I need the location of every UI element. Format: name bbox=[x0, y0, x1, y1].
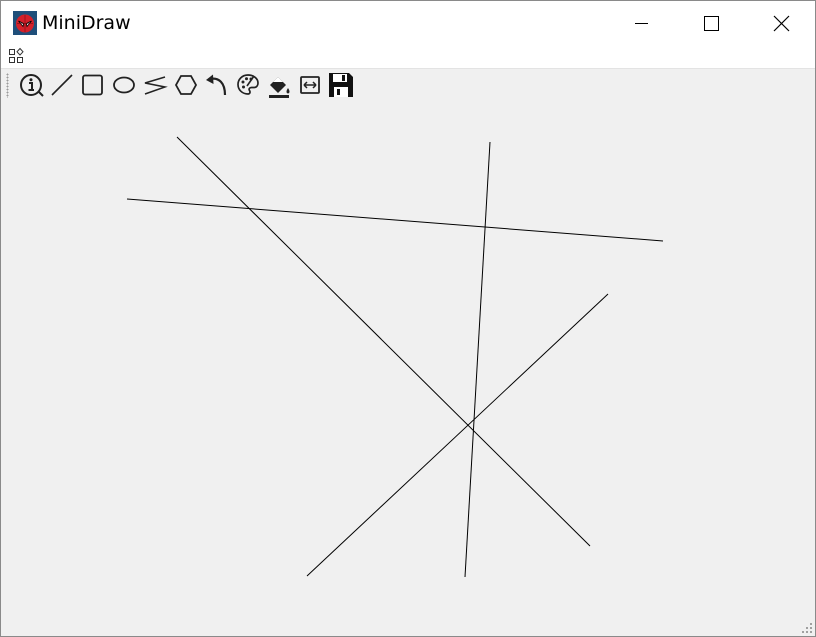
info-icon bbox=[20, 74, 44, 97]
palette-icon bbox=[237, 74, 259, 95]
resize-grip-icon[interactable] bbox=[801, 622, 813, 634]
width-button[interactable] bbox=[296, 71, 324, 99]
drawn-line[interactable] bbox=[126, 198, 664, 242]
close-button[interactable] bbox=[758, 1, 804, 45]
undo-button[interactable] bbox=[203, 71, 231, 99]
line-icon bbox=[51, 74, 73, 96]
undo-arrow-icon bbox=[206, 74, 227, 96]
freehand-tool-button[interactable] bbox=[141, 71, 169, 99]
maximize-button[interactable] bbox=[688, 1, 734, 45]
menu-bar bbox=[1, 45, 815, 67]
minimize-icon bbox=[635, 23, 648, 24]
polyline-icon bbox=[144, 76, 168, 95]
drawn-line[interactable] bbox=[464, 141, 491, 578]
toolbar bbox=[1, 68, 815, 103]
maximize-icon bbox=[704, 16, 719, 31]
polygon-tool-button[interactable] bbox=[172, 71, 200, 99]
line-tool-button[interactable] bbox=[48, 71, 76, 99]
spider-mask-icon bbox=[13, 11, 37, 35]
close-icon bbox=[773, 15, 790, 32]
minimize-button[interactable] bbox=[618, 1, 664, 45]
toolbar-grip[interactable] bbox=[6, 73, 9, 98]
ellipse-icon bbox=[113, 76, 135, 94]
widgets-icon[interactable] bbox=[8, 47, 26, 65]
paint-bucket-icon bbox=[269, 77, 290, 98]
color-button[interactable] bbox=[234, 71, 262, 99]
resize-horizontal-icon bbox=[300, 76, 320, 94]
drawn-line[interactable] bbox=[306, 293, 609, 577]
drawing-canvas[interactable] bbox=[1, 102, 815, 636]
save-button[interactable] bbox=[327, 71, 355, 99]
window-title: MiniDraw bbox=[42, 12, 131, 34]
drawn-line[interactable] bbox=[176, 136, 591, 547]
hexagon-icon bbox=[174, 75, 198, 95]
fill-button[interactable] bbox=[265, 71, 293, 99]
drawing-surface[interactable] bbox=[1, 102, 815, 636]
ellipse-tool-button[interactable] bbox=[110, 71, 138, 99]
about-button[interactable] bbox=[17, 71, 45, 99]
app-window: MiniDraw bbox=[0, 0, 816, 637]
rectangle-icon bbox=[82, 74, 103, 96]
floppy-disk-icon bbox=[329, 73, 353, 97]
rectangle-tool-button[interactable] bbox=[79, 71, 107, 99]
title-bar[interactable]: MiniDraw bbox=[1, 1, 815, 45]
